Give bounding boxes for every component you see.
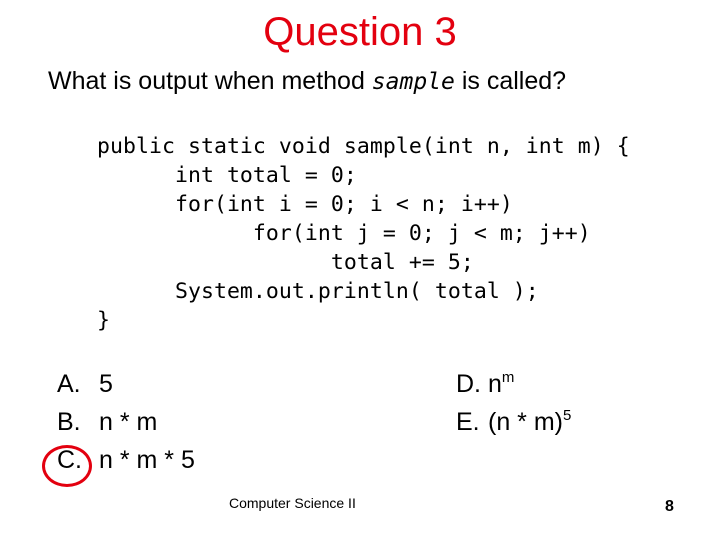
answer-text: n xyxy=(488,370,502,398)
answer-b: B. n * m xyxy=(57,403,195,441)
code-line: for(int j = 0; j < m; j++) xyxy=(97,221,591,246)
code-line: for(int i = 0; i < n; i++) xyxy=(97,192,513,217)
question-suffix: is called? xyxy=(454,67,567,95)
question-text: What is output when method sample is cal… xyxy=(48,64,566,99)
answer-letter: E. xyxy=(456,408,480,436)
code-line: public static void sample(int n, int m) … xyxy=(97,134,630,159)
page-number: 8 xyxy=(665,498,674,515)
answer-d: D. nm xyxy=(456,365,571,403)
answer-list-right: D. nm E. (n * m)5 xyxy=(456,365,571,441)
answer-letter: D. xyxy=(456,370,481,398)
code-block: public static void sample(int n, int m) … xyxy=(97,132,630,335)
answer-text: n * m * 5 xyxy=(99,446,195,474)
method-name: sample xyxy=(371,69,455,95)
answer-letter: B. xyxy=(57,408,81,436)
answer-text: (n * m) xyxy=(488,408,563,436)
correct-answer-circle xyxy=(42,445,92,487)
answer-text: n * m xyxy=(99,408,158,436)
slide-title: Question 3 xyxy=(263,10,457,54)
code-line: System.out.println( total ); xyxy=(97,279,539,304)
answer-e: E. (n * m)5 xyxy=(456,403,571,441)
footer-text: Computer Science II xyxy=(229,495,356,511)
answer-letter: A. xyxy=(57,370,81,398)
answer-exponent: 5 xyxy=(563,407,572,424)
question-prefix: What is output when method xyxy=(48,67,372,95)
code-line: } xyxy=(97,308,110,333)
answer-exponent: m xyxy=(501,369,515,386)
answer-a: A. 5 xyxy=(57,365,195,403)
code-line: total += 5; xyxy=(97,250,474,275)
code-line: int total = 0; xyxy=(97,163,357,188)
answer-text: 5 xyxy=(99,370,113,398)
